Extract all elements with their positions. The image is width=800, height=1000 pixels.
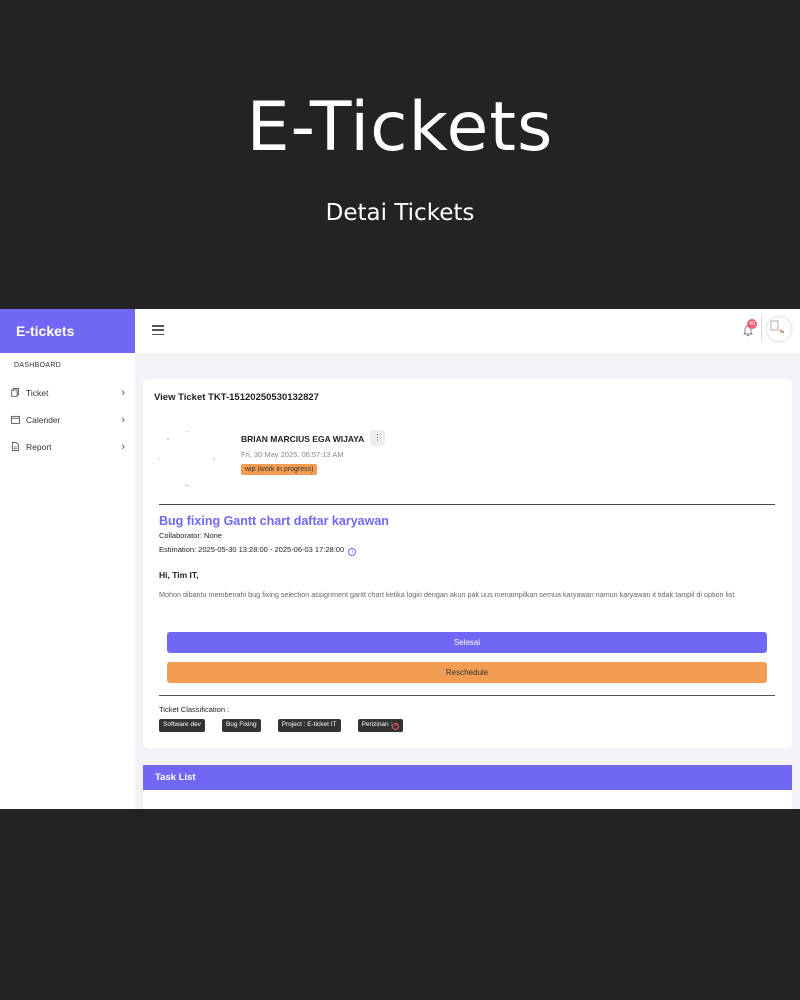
- sidebar: E-tickets DASHBOARD Ticket › Calender ›: [0, 309, 135, 809]
- tag-badge: Project : E-ticket IT: [277, 719, 341, 732]
- sidebar-item-label: Report: [26, 441, 52, 452]
- app-screenshot: E-tickets DASHBOARD Ticket › Calender ›: [0, 309, 800, 809]
- brand-logo[interactable]: E-tickets: [0, 309, 135, 353]
- tag-badge-perizinan: Perizinan : ×: [357, 719, 404, 732]
- ticket-detail-card: View Ticket TKT-15120250530132827 BRIAN …: [143, 379, 792, 748]
- divider: [159, 695, 775, 696]
- info-icon[interactable]: i: [348, 548, 357, 556]
- classification-label: Ticket Classification :: [159, 705, 230, 714]
- user-name: BRIAN MARCIUS EGA WIJAYA: [241, 434, 365, 444]
- ticket-date: Fri, 30 May 2025, 06:57:13 AM: [241, 450, 344, 459]
- chevron-right-icon: ›: [121, 413, 125, 426]
- reschedule-button[interactable]: Reschedule: [167, 662, 767, 683]
- close-circle-icon: ×: [392, 723, 400, 730]
- task-list-header: Task List: [143, 765, 792, 790]
- document-icon: [11, 442, 20, 451]
- chevron-right-icon: ›: [121, 440, 125, 453]
- sidebar-section-label: DASHBOARD: [14, 362, 62, 369]
- tag-badge: Bug Fixing: [221, 719, 261, 732]
- ticket-message: Mohon dibantu membenahi bug fixing selec…: [159, 590, 735, 599]
- ticket-title: Bug fixing Gantt chart daftar karyawan: [159, 514, 389, 528]
- divider: [761, 315, 762, 341]
- hero-title: E-Tickets: [246, 88, 554, 167]
- chevron-right-icon: ›: [121, 386, 125, 399]
- task-list-body: [143, 790, 792, 809]
- tag-badge: Software dev: [159, 719, 205, 732]
- top-navbar: 40: [135, 309, 800, 353]
- status-badge: wip (work in progress): [241, 464, 318, 475]
- sidebar-item-report[interactable]: Report ›: [0, 433, 135, 460]
- calendar-icon: [11, 415, 20, 424]
- user-photo-placeholder: [159, 431, 215, 486]
- more-options-icon[interactable]: ⋮: [370, 430, 385, 446]
- copy-icon: [11, 388, 20, 397]
- page-title: View Ticket TKT-15120250530132827: [154, 392, 319, 403]
- broken-image-icon: [770, 320, 784, 333]
- classification-tags: Software dev Bug Fixing Project : E-tick…: [159, 719, 420, 732]
- tag-label: Perizinan :: [361, 721, 393, 728]
- sidebar-item-label: Calender: [26, 414, 61, 425]
- hamburger-menu-icon[interactable]: [152, 325, 164, 336]
- avatar[interactable]: [767, 317, 791, 341]
- sidebar-item-calender[interactable]: Calender ›: [0, 406, 135, 433]
- sidebar-item-label: Ticket: [26, 387, 49, 398]
- notification-badge: 40: [747, 319, 757, 329]
- greeting-text: Hi, Tim IT,: [159, 570, 199, 580]
- collaborator-text: Collaborator: None: [159, 531, 222, 540]
- estimation-row: Estimation: 2025-05-30 13:28:00 - 2025-0…: [159, 545, 357, 556]
- selesai-button[interactable]: Selesai: [167, 632, 767, 653]
- sidebar-item-ticket[interactable]: Ticket ›: [0, 379, 135, 406]
- estimation-text: Estimation: 2025-05-30 13:28:00 - 2025-0…: [159, 545, 345, 554]
- divider: [159, 504, 775, 505]
- hero-subtitle: Detai Tickets: [325, 200, 475, 226]
